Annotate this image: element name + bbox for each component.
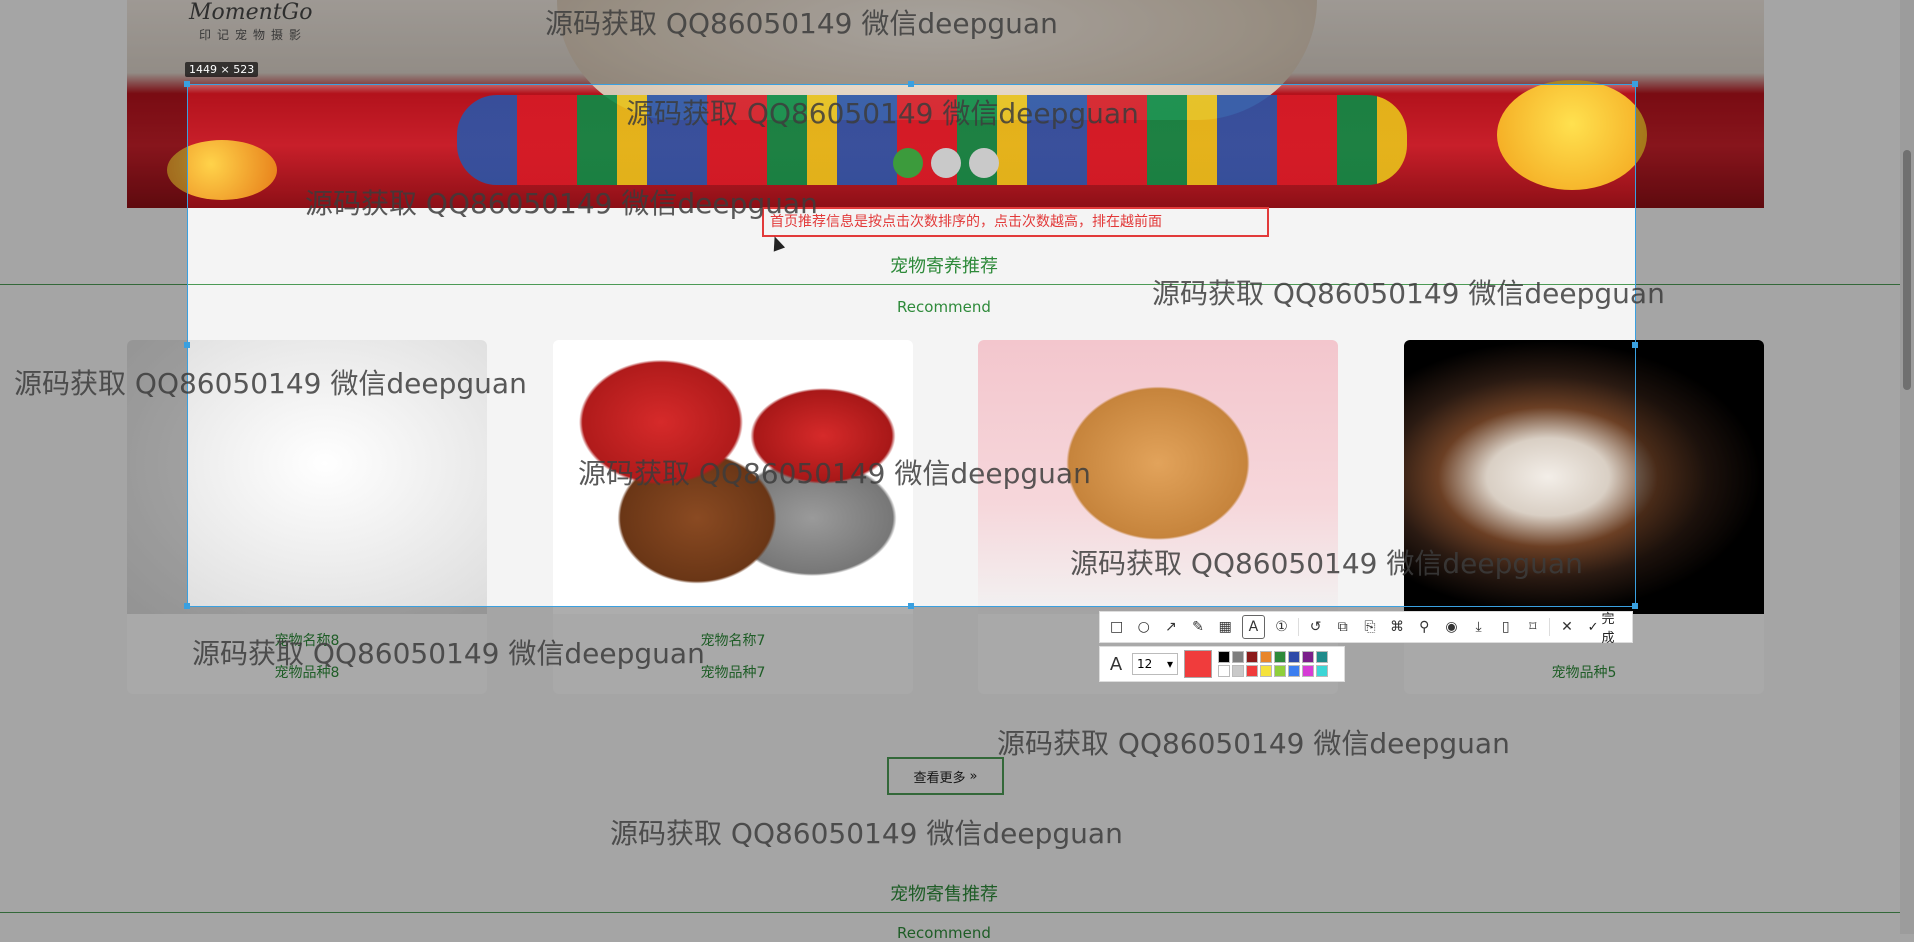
text-annotation[interactable]: 首页推荐信息是按点击次数排序的，点击次数越高，排在越前面 bbox=[762, 207, 1269, 237]
color-swatch[interactable] bbox=[1232, 665, 1244, 677]
copy-icon[interactable]: ⎘ bbox=[1359, 616, 1380, 638]
resize-handle[interactable] bbox=[1632, 81, 1638, 87]
resize-handle[interactable] bbox=[908, 81, 914, 87]
resize-handle[interactable] bbox=[1632, 342, 1638, 348]
color-swatch[interactable] bbox=[1260, 665, 1272, 677]
translate-icon[interactable]: ⌘ bbox=[1387, 616, 1408, 638]
color-swatch[interactable] bbox=[1288, 651, 1300, 663]
color-swatch[interactable] bbox=[1302, 665, 1314, 677]
color-swatch[interactable] bbox=[1246, 651, 1258, 663]
color-swatch[interactable] bbox=[1288, 665, 1300, 677]
view-more-label: 查看更多 bbox=[913, 770, 966, 786]
color-swatch[interactable] bbox=[1218, 651, 1230, 663]
toolbar-separator bbox=[1549, 618, 1551, 636]
done-button[interactable]: ✓ 完成 bbox=[1584, 608, 1626, 646]
resize-handle[interactable] bbox=[184, 342, 190, 348]
color-swatch[interactable] bbox=[1302, 651, 1314, 663]
font-size-value: 12 bbox=[1137, 657, 1153, 671]
scrollbar-thumb[interactable] bbox=[1903, 150, 1911, 390]
view-more-button[interactable]: 查看更多 » bbox=[887, 757, 1004, 795]
text-icon[interactable]: A bbox=[1241, 615, 1265, 639]
section-subtitle-sale: Recommend bbox=[897, 924, 991, 942]
brand-logo-subtitle: 印记宠物摄影 bbox=[199, 28, 308, 42]
number-icon[interactable]: ① bbox=[1271, 616, 1292, 638]
watermark: 源码获取 QQ86050149 微信deepguan bbox=[578, 457, 1091, 490]
resize-handle[interactable] bbox=[908, 603, 914, 609]
color-swatch[interactable] bbox=[1232, 651, 1244, 663]
current-color-swatch[interactable] bbox=[1184, 650, 1212, 678]
watermark: 源码获取 QQ86050149 微信deepguan bbox=[1152, 277, 1665, 310]
section-title-sale: 宠物寄售推荐 bbox=[890, 884, 998, 905]
arrow-icon[interactable]: ↗ bbox=[1160, 616, 1181, 638]
resize-handle[interactable] bbox=[184, 81, 190, 87]
resize-handle[interactable] bbox=[1632, 603, 1638, 609]
watermark: 源码获取 QQ86050149 微信deepguan bbox=[305, 187, 818, 220]
color-swatch[interactable] bbox=[1274, 651, 1286, 663]
color-swatch[interactable] bbox=[1246, 665, 1258, 677]
capture-selection[interactable] bbox=[187, 84, 1636, 607]
capture-toolbar: □ ○ ↗ ✎ ▦ A ① ↺ ⧉ ⎘ ⌘ ⚲ ◉ ⤓ ▯ ⌑ ✕ ✓ 完成 bbox=[1099, 608, 1633, 646]
chevron-down-icon: ▾ bbox=[1166, 657, 1173, 671]
ocr-icon[interactable]: ⧉ bbox=[1332, 616, 1353, 638]
watermark: 源码获取 QQ86050149 微信deepguan bbox=[610, 817, 1123, 850]
color-swatch[interactable] bbox=[1218, 665, 1230, 677]
double-chevron-right-icon: » bbox=[969, 768, 978, 784]
font-size-select[interactable]: 12 ▾ bbox=[1132, 653, 1178, 675]
bookmark-icon[interactable]: ⌑ bbox=[1522, 616, 1543, 638]
pin-icon[interactable]: ⚲ bbox=[1414, 616, 1435, 638]
watermark: 源码获取 QQ86050149 微信deepguan bbox=[997, 727, 1510, 760]
watermark: 源码获取 QQ86050149 微信deepguan bbox=[1070, 547, 1583, 580]
color-swatch[interactable] bbox=[1274, 665, 1286, 677]
long-screenshot-icon[interactable]: ▯ bbox=[1495, 616, 1516, 638]
page-scrollbar[interactable] bbox=[1900, 0, 1914, 934]
text-options-bar: A 12 ▾ bbox=[1099, 646, 1345, 682]
color-swatch[interactable] bbox=[1316, 651, 1328, 663]
pen-icon[interactable]: ✎ bbox=[1187, 616, 1208, 638]
undo-icon[interactable]: ↺ bbox=[1305, 616, 1326, 638]
watermark: 源码获取 QQ86050149 微信deepguan bbox=[626, 97, 1139, 130]
watermark: 源码获取 QQ86050149 微信deepguan bbox=[192, 637, 705, 670]
color-palette bbox=[1218, 651, 1328, 677]
resize-handle[interactable] bbox=[184, 603, 190, 609]
color-swatch[interactable] bbox=[1260, 651, 1272, 663]
watermark: 源码获取 QQ86050149 微信deepguan bbox=[545, 7, 1058, 40]
capture-size-label: 1449 × 523 bbox=[185, 62, 259, 77]
close-icon[interactable]: ✕ bbox=[1556, 616, 1577, 638]
mosaic-icon[interactable]: ▦ bbox=[1215, 616, 1236, 638]
brand-logo: MomentGo bbox=[189, 0, 313, 25]
download-icon[interactable]: ⤓ bbox=[1468, 616, 1489, 638]
circle-icon[interactable]: ○ bbox=[1133, 616, 1154, 638]
color-swatch[interactable] bbox=[1316, 665, 1328, 677]
checkmark-icon: ✓ bbox=[1587, 619, 1599, 635]
record-icon[interactable]: ◉ bbox=[1441, 616, 1462, 638]
divider bbox=[0, 912, 1914, 913]
font-icon: A bbox=[1109, 653, 1123, 675]
done-label: 完成 bbox=[1601, 612, 1615, 646]
watermark: 源码获取 QQ86050149 微信deepguan bbox=[14, 367, 527, 400]
rect-icon[interactable]: □ bbox=[1106, 616, 1127, 638]
pet-breed: 宠物品种5 bbox=[1551, 665, 1617, 681]
toolbar-separator bbox=[1298, 618, 1300, 636]
